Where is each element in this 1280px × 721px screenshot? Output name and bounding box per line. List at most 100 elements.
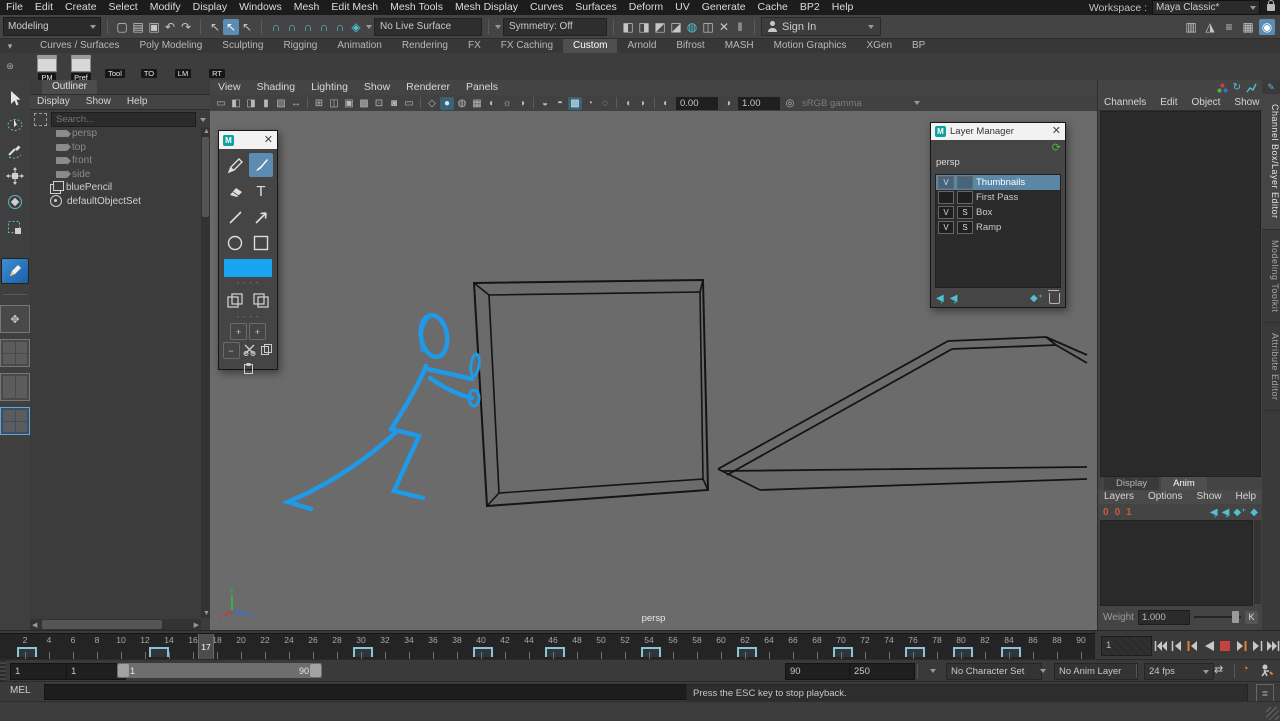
- snap-viewplane-icon[interactable]: ∩: [332, 19, 348, 35]
- scale-tool[interactable]: [3, 218, 27, 238]
- outliner-vscrollbar[interactable]: ▲ ▼: [201, 127, 210, 618]
- time-slider-ruler[interactable]: 2468101214161820222426283032343638404244…: [0, 633, 1094, 660]
- sidebar-vertical-tab[interactable]: Modeling Toolkit: [1262, 230, 1280, 323]
- workspace-dropdown[interactable]: Maya Classic*: [1152, 0, 1260, 15]
- outliner-menu-item[interactable]: Show: [79, 95, 118, 109]
- shelf-button[interactable]: PM: [32, 55, 62, 82]
- outliner-item[interactable]: front: [30, 154, 201, 168]
- visibility-checkbox[interactable]: V: [938, 206, 954, 219]
- bluepencil-frame-marker[interactable]: [17, 647, 37, 657]
- close-icon[interactable]: ✕: [1052, 126, 1061, 137]
- pencil-tool-button[interactable]: [223, 153, 247, 177]
- select-object-icon[interactable]: ↖: [223, 19, 239, 35]
- field-chart-icon[interactable]: ⊡: [372, 97, 386, 110]
- create-anim-layer-button[interactable]: 1: [1126, 507, 1132, 518]
- add-frame-button[interactable]: +: [230, 323, 247, 340]
- add-anim-override-icon[interactable]: ◆: [1250, 507, 1258, 518]
- save-scene-icon[interactable]: ▣: [146, 19, 162, 35]
- anim-layer-list-well[interactable]: [1100, 520, 1253, 606]
- viewport-menu-item[interactable]: Panels: [458, 80, 506, 95]
- script-editor-icon[interactable]: ≣: [1256, 684, 1274, 702]
- gate-mask-icon[interactable]: ▩: [357, 97, 371, 110]
- outliner-tab[interactable]: Outliner: [42, 80, 97, 94]
- animation-start-field[interactable]: 1: [10, 663, 70, 680]
- select-tool[interactable]: [3, 88, 27, 108]
- shelf-button[interactable]: Pref: [66, 55, 96, 82]
- chevron-down-icon[interactable]: [366, 25, 372, 29]
- layer-row[interactable]: V S Box: [936, 205, 1060, 220]
- safe-action-icon[interactable]: ◙: [387, 97, 401, 110]
- safe-title-icon[interactable]: ▭: [402, 97, 416, 110]
- previous-frame-button[interactable]: [1186, 637, 1200, 654]
- snap-point-icon[interactable]: ∩: [300, 19, 316, 35]
- shelf-tab[interactable]: Arnold: [617, 38, 666, 53]
- scroll-up-icon[interactable]: ▲: [203, 127, 210, 136]
- attribute-editor-icon[interactable]: ▦: [1240, 19, 1256, 35]
- bluepencil-frame-marker[interactable]: [545, 647, 565, 657]
- character-set-dropdown[interactable]: No Character Set: [946, 663, 1042, 680]
- isolate-select-icon[interactable]: ◌: [598, 97, 612, 110]
- undo-icon[interactable]: ↶: [162, 19, 178, 35]
- pan-zoom-icon[interactable]: ↔: [289, 97, 303, 110]
- menu-set-dropdown[interactable]: Modeling: [3, 17, 101, 36]
- joints-xray-icon[interactable]: ◗: [636, 97, 650, 110]
- create-anim-layer-button[interactable]: 0: [1103, 507, 1109, 518]
- shelf-tab[interactable]: MASH: [715, 38, 764, 53]
- add-anim-layer-icon[interactable]: ◆⁺: [1233, 507, 1246, 518]
- channel-box-well[interactable]: [1100, 111, 1261, 477]
- menu-item[interactable]: Deform: [623, 0, 669, 15]
- stop-button[interactable]: [1218, 637, 1232, 654]
- menu-item[interactable]: Mesh Display: [449, 0, 524, 15]
- layer-editor-menu-item[interactable]: Layers: [1098, 490, 1140, 504]
- rotate-tool[interactable]: [3, 192, 27, 212]
- snap-projected-icon[interactable]: ∩: [316, 19, 332, 35]
- channel-box-menu-item[interactable]: Object: [1186, 95, 1227, 110]
- colorspace-dropdown[interactable]: sRGB gamma: [798, 97, 924, 110]
- playback-end-field[interactable]: 90: [785, 663, 851, 680]
- soloing-checkbox[interactable]: [957, 191, 973, 204]
- humanik-icon[interactable]: ◮: [1202, 19, 1218, 35]
- shelf-tab[interactable]: FX: [458, 38, 491, 53]
- shelf-tab[interactable]: Sculpting: [212, 38, 273, 53]
- resolution-gate-icon[interactable]: ▣: [342, 97, 356, 110]
- outliner-item[interactable]: bluePencil: [30, 181, 201, 195]
- current-time-field[interactable]: 1: [1101, 636, 1152, 656]
- chevron-down-icon[interactable]: [1040, 669, 1046, 673]
- render-icon[interactable]: ◧: [620, 19, 636, 35]
- shelf-tab[interactable]: Poly Modeling: [129, 38, 212, 53]
- viewport-menu-item[interactable]: Lighting: [303, 80, 356, 95]
- textured-icon[interactable]: ▦: [470, 97, 484, 110]
- outliner-item[interactable]: defaultObjectSet: [30, 195, 201, 209]
- redo-icon[interactable]: ↷: [178, 19, 194, 35]
- layer-editor-tab[interactable]: Anim: [1161, 477, 1207, 490]
- menu-item[interactable]: Create: [59, 0, 103, 15]
- shelf-gear-icon[interactable]: ⊛: [4, 60, 16, 72]
- text-tool-button[interactable]: T: [249, 179, 273, 203]
- hypershade-icon[interactable]: ◍: [684, 19, 700, 35]
- menu-item[interactable]: Curves: [524, 0, 569, 15]
- line-tool-button[interactable]: [223, 205, 247, 229]
- animation-end-field[interactable]: 250: [849, 663, 915, 680]
- bluepencil-frame-marker[interactable]: [737, 647, 757, 657]
- channel-box-icon[interactable]: ≡: [1221, 19, 1237, 35]
- channel-box-menu-item[interactable]: Edit: [1154, 95, 1183, 110]
- add-frame-copy-button[interactable]: +: [249, 323, 266, 340]
- menu-item[interactable]: Cache: [752, 0, 794, 15]
- layer-row[interactable]: V Thumbnails: [936, 175, 1060, 190]
- layer-editor-tab[interactable]: Display: [1104, 477, 1159, 490]
- light-editor-icon[interactable]: ◫: [700, 19, 716, 35]
- chevron-down-icon[interactable]: [930, 669, 936, 673]
- weight-field[interactable]: 1.000: [1138, 610, 1190, 625]
- next-frame-button[interactable]: [1234, 637, 1248, 654]
- render-settings-icon[interactable]: ◪: [668, 19, 684, 35]
- arrow-tool-button[interactable]: [249, 205, 273, 229]
- outliner-menu-item[interactable]: Display: [30, 95, 77, 109]
- resize-grip[interactable]: [1266, 707, 1279, 720]
- paste-frame-icon[interactable]: [241, 361, 256, 376]
- paint-select-tool[interactable]: [3, 140, 27, 160]
- layout-two-pane-icon[interactable]: [0, 373, 30, 401]
- pause-viewport-icon[interactable]: ‖: [732, 19, 748, 35]
- color-swatch[interactable]: [224, 259, 272, 277]
- layout-four-view-icon[interactable]: [0, 339, 30, 367]
- filter-icon[interactable]: [34, 113, 47, 126]
